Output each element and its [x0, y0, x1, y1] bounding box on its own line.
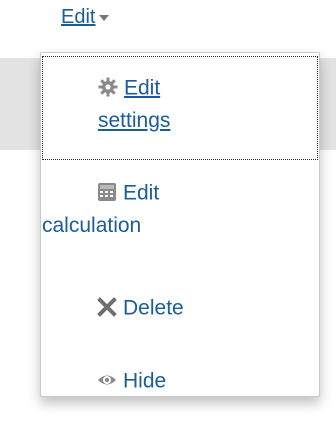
menu-item-label-line2: settings	[98, 108, 171, 132]
edit-dropdown-menu: Edit settings Edit calculation Delete Hi…	[40, 52, 320, 397]
menu-item-label-line2: calculation	[42, 213, 142, 237]
calculator-icon	[97, 180, 117, 202]
close-x-icon	[97, 295, 117, 318]
menu-item-hide[interactable]: Hide	[42, 359, 318, 403]
menu-item-label: Edit	[124, 76, 161, 100]
edit-menu-toggle[interactable]: Edit	[61, 6, 110, 29]
edit-menu-toggle-label: Edit	[61, 6, 96, 28]
menu-item-delete[interactable]: Delete	[42, 286, 318, 334]
menu-item-edit-calculation[interactable]: Edit calculation	[42, 165, 318, 261]
caret-down-icon	[99, 14, 110, 21]
menu-item-edit-settings[interactable]: Edit settings	[42, 56, 318, 160]
gear-icon	[98, 75, 118, 97]
menu-item-label: Delete	[123, 296, 184, 320]
menu-item-label: Edit	[123, 181, 160, 205]
page: Edit Edit settings Edit calculation Dele…	[0, 0, 336, 432]
menu-item-label: Hide	[123, 369, 167, 393]
eye-icon	[97, 368, 117, 388]
